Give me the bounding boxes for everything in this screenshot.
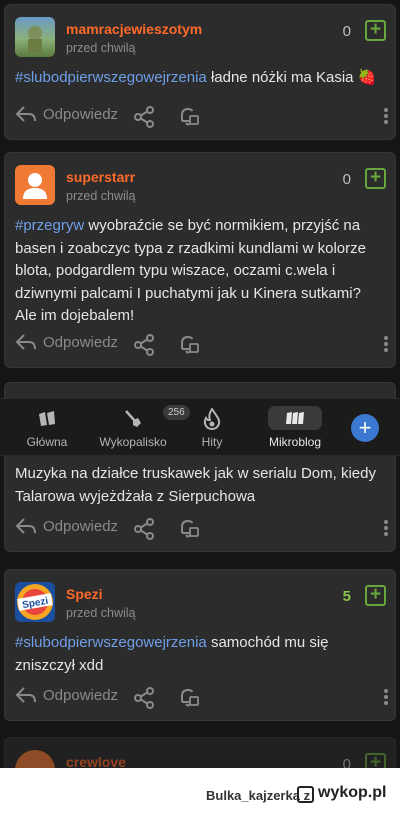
post-card: crewlove 0 + <box>4 737 396 768</box>
share-button[interactable] <box>132 517 156 546</box>
vote-count: 0 <box>342 23 351 40</box>
upvote-button[interactable]: + <box>365 20 386 41</box>
username[interactable]: mamracjewieszotym <box>66 21 202 37</box>
nav-hity[interactable]: Hity <box>188 399 236 457</box>
notify-button[interactable] <box>176 104 200 133</box>
reply-icon <box>15 518 36 534</box>
username[interactable]: crewlove <box>66 754 126 768</box>
reply-button[interactable]: Odpowiedz <box>15 333 118 351</box>
default-avatar-icon <box>23 173 47 199</box>
avatar[interactable] <box>15 750 55 768</box>
screen: mamracjewieszotym przed chwilą 0 + #slub… <box>0 0 400 768</box>
post-header: crewlove 0 + <box>5 738 395 768</box>
more-button[interactable] <box>383 519 389 542</box>
vote-count: 5 <box>342 588 351 605</box>
nav-home[interactable]: Główna <box>18 399 76 457</box>
notify-button[interactable] <box>176 685 200 714</box>
avatar[interactable] <box>15 17 55 57</box>
more-icon <box>384 689 388 705</box>
mikroblog-icon <box>268 406 322 430</box>
post-header: Spezi Spezi przed chwilą 5 + <box>5 570 395 632</box>
nav-label: Wykopalisko <box>99 435 167 449</box>
post-body: Muzyka na działce truskawek jak w serial… <box>5 463 395 508</box>
count-badge: 256 <box>163 405 190 420</box>
reply-label: Odpowiedz <box>43 686 119 704</box>
nav-label: Główna <box>26 435 68 449</box>
nav-label: Mikroblog <box>268 435 322 449</box>
hashtag-link[interactable]: #slubodpierwszegowejrzenia <box>15 634 207 651</box>
post-text: Muzyka na działce truskawek jak w serial… <box>15 465 376 505</box>
add-post-button[interactable]: + <box>351 414 379 442</box>
hashtag-link[interactable]: #slubodpierwszegowejrzenia <box>15 69 207 86</box>
username[interactable]: Spezi <box>66 586 103 602</box>
share-icon <box>134 687 154 709</box>
share-button[interactable] <box>132 105 156 134</box>
post-body: #przegryw wyobraźcie se być normikiem, p… <box>5 215 395 328</box>
flame-icon <box>203 408 221 430</box>
watermark-footer: Bulka_kajzerka z wykop.pl <box>0 768 400 820</box>
bottom-nav: Główna 256 Wykopalisko Hity Mikroblog <box>0 398 400 456</box>
share-icon <box>134 334 154 356</box>
post-card: superstarr przed chwilą 0 + #przegryw wy… <box>4 152 396 368</box>
hashtag-link[interactable]: #przegryw <box>15 217 84 234</box>
reply-icon <box>15 106 36 122</box>
post-card: mamracjewieszotym przed chwilą 0 + #slub… <box>4 4 396 140</box>
bell-icon <box>181 335 199 354</box>
more-button[interactable] <box>383 688 389 711</box>
post-actions: Odpowiedz <box>5 676 395 720</box>
reply-label: Odpowiedz <box>43 333 119 351</box>
reply-button[interactable]: Odpowiedz <box>15 105 118 123</box>
spezi-logo: Spezi <box>17 584 53 620</box>
bell-icon <box>181 519 199 538</box>
post-actions: Odpowiedz <box>5 507 395 551</box>
post-card: Spezi Spezi przed chwilą 5 + #slubodpier… <box>4 569 396 721</box>
more-button[interactable] <box>383 335 389 358</box>
reply-button[interactable]: Odpowiedz <box>15 686 118 704</box>
nav-label: Hity <box>201 435 223 449</box>
home-icon <box>37 408 57 430</box>
reply-label: Odpowiedz <box>43 517 119 535</box>
upvote-button[interactable]: + <box>365 585 386 606</box>
timestamp: przed chwilą <box>66 189 136 203</box>
avatar-image <box>28 26 42 53</box>
more-icon <box>384 520 388 536</box>
more-icon <box>384 108 388 124</box>
timestamp: przed chwilą <box>66 606 136 620</box>
notify-button[interactable] <box>176 516 200 545</box>
watermark-site: wykop.pl <box>318 784 387 801</box>
post-body: #slubodpierwszegowejrzenia samochód mu s… <box>5 632 395 677</box>
timestamp: przed chwilą <box>66 41 136 55</box>
post-header: mamracjewieszotym przed chwilą 0 + <box>5 5 395 67</box>
more-icon <box>384 336 388 352</box>
post-text: ładne nóżki ma Kasia 🍓 <box>206 69 377 86</box>
post-header: superstarr przed chwilą 0 + <box>5 153 395 215</box>
watermark-user: Bulka_kajzerka z <box>206 788 311 803</box>
wykop-logo-icon <box>297 786 314 803</box>
reply-label: Odpowiedz <box>43 105 119 123</box>
upvote-button[interactable]: + <box>365 168 386 189</box>
bell-icon <box>181 688 199 707</box>
share-icon <box>134 518 154 540</box>
post-body: #slubodpierwszegowejrzenia ładne nóżki m… <box>5 67 395 90</box>
upvote-button[interactable]: + <box>365 753 386 768</box>
share-button[interactable] <box>132 333 156 362</box>
reply-icon <box>15 334 36 350</box>
reply-icon <box>15 687 36 703</box>
nav-wykopalisko[interactable]: 256 Wykopalisko <box>94 399 190 457</box>
post-actions: Odpowiedz <box>5 95 395 139</box>
nav-mikroblog[interactable]: Mikroblog <box>260 399 330 457</box>
username[interactable]: superstarr <box>66 169 135 185</box>
vote-count: 0 <box>342 756 351 768</box>
vote-count: 0 <box>342 171 351 188</box>
notify-button[interactable] <box>176 332 200 361</box>
reply-button[interactable]: Odpowiedz <box>15 517 118 535</box>
avatar[interactable]: Spezi <box>15 582 55 622</box>
share-icon <box>134 106 154 128</box>
post-actions: Odpowiedz <box>5 323 395 367</box>
shovel-icon <box>124 408 142 430</box>
more-button[interactable] <box>383 107 389 130</box>
bell-icon <box>181 107 199 126</box>
share-button[interactable] <box>132 686 156 715</box>
avatar[interactable] <box>15 165 55 205</box>
